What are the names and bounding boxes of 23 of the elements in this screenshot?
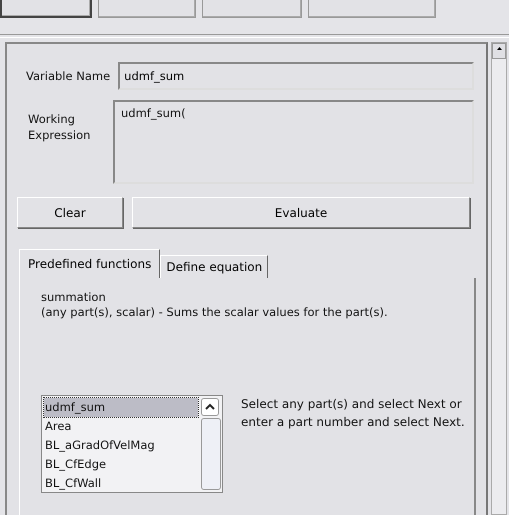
list-item[interactable]: Area	[44, 417, 198, 436]
function-description: (any part(s), scalar) - Sums the scalar values for the part(s).	[41, 305, 389, 319]
list-item[interactable]: udmf_sum	[44, 398, 198, 417]
scroll-thumb[interactable]	[201, 418, 221, 490]
list-item[interactable]: BL_CfEdge	[44, 455, 198, 474]
list-item[interactable]: BL_aGradOfVelMag	[44, 436, 198, 455]
tab[interactable]: Predefined functions	[19, 249, 160, 278]
evaluate-button[interactable]: Evaluate	[132, 197, 470, 228]
list-item[interactable]: BL_CfWall	[44, 474, 198, 493]
scroll-up-icon[interactable]	[201, 398, 219, 416]
clear-button[interactable]: Clear	[17, 197, 123, 228]
working-expression-field[interactable]: udmf_sum(	[113, 100, 474, 184]
tab[interactable]: Define equation	[160, 255, 268, 278]
instructions-text: Select any part(s) and select Next or enter a part number and select Next.	[241, 396, 466, 431]
field-label: Working Expression	[27, 111, 92, 144]
scrollbar[interactable]	[491, 42, 507, 515]
scrollbar[interactable]	[200, 396, 222, 492]
scroll-up-button[interactable]	[492, 43, 506, 59]
scroll-up-icon	[496, 47, 502, 50]
toolbar-button[interactable]	[0, 0, 92, 18]
variable-name-field[interactable]: udmf_sum	[118, 62, 474, 90]
function-name: summation	[41, 290, 107, 304]
field-label: Variable Name	[25, 69, 110, 83]
